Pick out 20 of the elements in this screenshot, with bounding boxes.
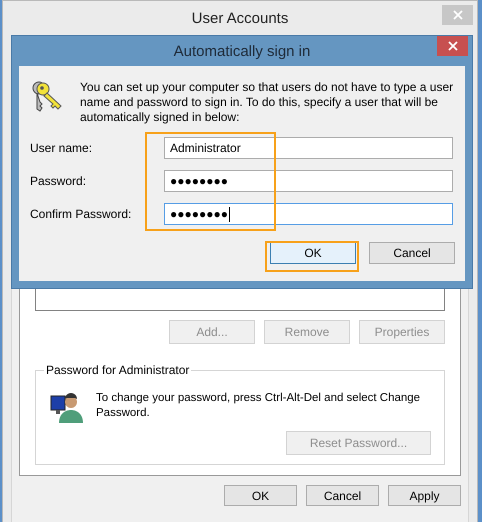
field-label: User name:	[30, 141, 94, 155]
group-title: Password for Administrator	[44, 363, 192, 377]
input-field[interactable]: Administrator	[164, 137, 453, 159]
user-computer-icon	[50, 393, 84, 423]
input-field[interactable]: ●●●●●●●●	[164, 203, 453, 225]
input-field[interactable]: ●●●●●●●●	[164, 170, 453, 192]
dialog-button[interactable]: OK	[270, 242, 356, 264]
close-button[interactable]	[437, 36, 468, 56]
description-text: You can set up your computer so that users do not have to type a user name and password to sign in. To do this, specify a user that will be automatically signed in below:	[80, 80, 454, 125]
dialog-button[interactable]: Cancel	[306, 485, 379, 506]
dialog-title: Automatically sign in	[174, 42, 310, 60]
dialog-button[interactable]: Cancel	[369, 242, 455, 264]
close-icon	[448, 41, 458, 51]
close-icon	[452, 10, 462, 20]
field-label: Password:	[30, 174, 88, 188]
window-title: User Accounts	[192, 10, 288, 26]
dialog-button[interactable]: OK	[224, 485, 297, 506]
field-label: Confirm Password:	[30, 207, 132, 221]
instruction-text: To change your password, press Ctrl-Alt-Del and select Change Password.	[96, 391, 422, 421]
dialog-button[interactable]: Apply	[388, 485, 461, 506]
